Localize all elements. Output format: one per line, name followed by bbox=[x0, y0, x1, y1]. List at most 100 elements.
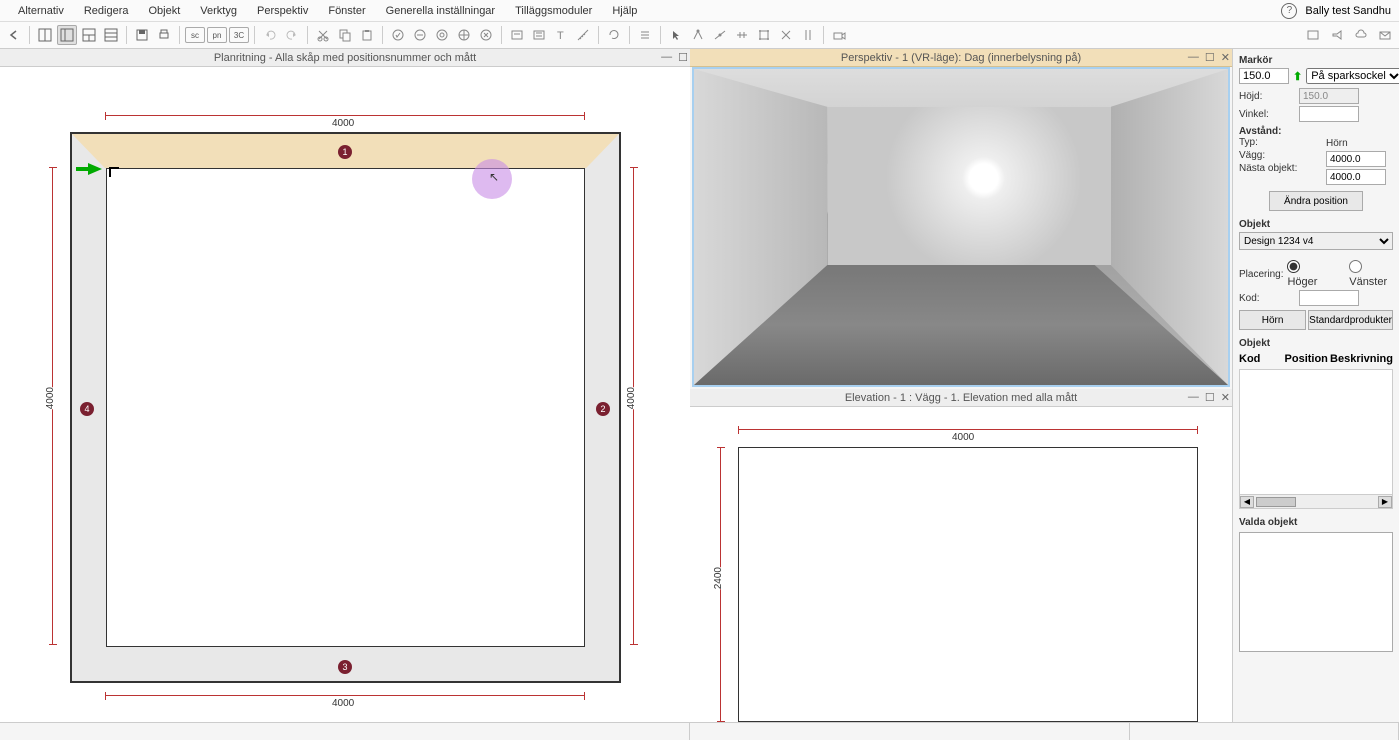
menu-hjalp[interactable]: Hjälp bbox=[602, 5, 647, 17]
properties-panel: Markör ⬆ På sparksockel Höjd: Vinkel: Av… bbox=[1232, 49, 1399, 722]
measure-icon[interactable] bbox=[573, 25, 593, 45]
snap-icon-2[interactable] bbox=[710, 25, 730, 45]
objekt-title: Objekt bbox=[1239, 217, 1393, 232]
dim-left: 4000 bbox=[43, 387, 58, 409]
dim-right: 4000 bbox=[624, 387, 639, 409]
vinkel-label: Vinkel: bbox=[1239, 109, 1295, 120]
nasta-input[interactable] bbox=[1326, 169, 1386, 185]
announce-icon[interactable] bbox=[1327, 25, 1347, 45]
perspective-canvas[interactable] bbox=[692, 67, 1230, 387]
elev-close-icon[interactable]: ✕ bbox=[1221, 391, 1230, 404]
elev-max-icon[interactable]: ☐ bbox=[1205, 391, 1215, 404]
redo-icon[interactable] bbox=[282, 25, 302, 45]
user-label: Bally test Sandhu bbox=[1305, 5, 1391, 17]
list-icon[interactable] bbox=[635, 25, 655, 45]
menu-perspektiv[interactable]: Perspektiv bbox=[247, 5, 318, 17]
window-icon[interactable] bbox=[1303, 25, 1323, 45]
andra-position-button[interactable]: Ändra position bbox=[1269, 191, 1363, 211]
circle-icon-3[interactable] bbox=[432, 25, 452, 45]
horn-button[interactable]: Hörn bbox=[1239, 310, 1306, 330]
objekt-list-header: Kod Position Beskrivning bbox=[1239, 351, 1393, 367]
pointer-icon[interactable] bbox=[666, 25, 686, 45]
persp-min-icon[interactable]: — bbox=[1188, 51, 1199, 64]
layout-icon-2[interactable] bbox=[57, 25, 77, 45]
plan-canvas[interactable]: 4000 4000 4000 4000 1 2 3 4 bbox=[0, 67, 690, 722]
snap-icon-4[interactable] bbox=[754, 25, 774, 45]
menu-redigera[interactable]: Redigera bbox=[74, 5, 139, 17]
wall-num-3: 3 bbox=[338, 660, 352, 674]
menu-fonster[interactable]: Fönster bbox=[318, 5, 375, 17]
persp-close-icon[interactable]: ✕ bbox=[1221, 51, 1230, 64]
copy-icon[interactable] bbox=[335, 25, 355, 45]
kod-input[interactable] bbox=[1299, 290, 1359, 306]
plan-min-icon[interactable]: — bbox=[661, 51, 672, 64]
plan-window-title: Planritning - Alla skåp med positionsnum… bbox=[0, 49, 690, 67]
radio-hoger[interactable]: Höger bbox=[1287, 260, 1331, 288]
markor-value-input[interactable] bbox=[1239, 68, 1289, 84]
elevation-canvas[interactable]: 4000 2400 bbox=[690, 407, 1232, 722]
vinkel-input[interactable] bbox=[1299, 106, 1359, 122]
scroll-right-icon[interactable]: ▶ bbox=[1378, 496, 1392, 508]
menubar: Alternativ Redigera Objekt Verktyg Persp… bbox=[0, 0, 1399, 22]
elev-dim-w: 4000 bbox=[950, 432, 976, 443]
layout-icon-1[interactable] bbox=[35, 25, 55, 45]
elev-window-title: Elevation - 1 : Vägg - 1. Elevation med … bbox=[690, 389, 1232, 407]
hojd-label: Höjd: bbox=[1239, 91, 1295, 102]
statusbar bbox=[0, 722, 1399, 740]
menu-generella[interactable]: Generella inställningar bbox=[376, 5, 505, 17]
circle-icon-1[interactable] bbox=[388, 25, 408, 45]
3c-button[interactable]: 3C bbox=[229, 27, 249, 43]
circle-icon-2[interactable] bbox=[410, 25, 430, 45]
snap-icon-3[interactable] bbox=[732, 25, 752, 45]
menu-verktyg[interactable]: Verktyg bbox=[190, 5, 247, 17]
persp-max-icon[interactable]: ☐ bbox=[1205, 51, 1215, 64]
paste-icon[interactable] bbox=[357, 25, 377, 45]
save-icon[interactable] bbox=[132, 25, 152, 45]
hojd-input[interactable] bbox=[1299, 88, 1359, 104]
kod-label: Kod: bbox=[1239, 293, 1295, 304]
vagg-input[interactable] bbox=[1326, 151, 1386, 167]
svg-text:T: T bbox=[557, 30, 564, 42]
print-icon[interactable] bbox=[154, 25, 174, 45]
wall-num-1: 1 bbox=[338, 145, 352, 159]
cut-icon[interactable] bbox=[313, 25, 333, 45]
pn-button[interactable]: pn bbox=[207, 27, 227, 43]
objekt-select[interactable]: Design 1234 v4 bbox=[1239, 232, 1393, 250]
origin-arrow-icon bbox=[88, 163, 102, 175]
plan-max-icon[interactable]: ☐ bbox=[678, 51, 688, 64]
avstand-label: Avstånd: bbox=[1239, 126, 1306, 137]
note-icon-1[interactable] bbox=[507, 25, 527, 45]
undo-icon[interactable] bbox=[260, 25, 280, 45]
circle-icon-5[interactable] bbox=[476, 25, 496, 45]
socket-select[interactable]: På sparksockel bbox=[1306, 68, 1399, 84]
elev-dim-h: 2400 bbox=[711, 567, 726, 589]
layout-icon-3[interactable] bbox=[79, 25, 99, 45]
menu-tillagg[interactable]: Tilläggsmoduler bbox=[505, 5, 602, 17]
snap-icon-6[interactable] bbox=[798, 25, 818, 45]
cloud-icon[interactable] bbox=[1351, 25, 1371, 45]
scroll-left-icon[interactable]: ◀ bbox=[1240, 496, 1254, 508]
back-button[interactable] bbox=[4, 25, 24, 45]
sc-button[interactable]: sc bbox=[185, 27, 205, 43]
menu-alternativ[interactable]: Alternativ bbox=[8, 5, 74, 17]
note-icon-2[interactable] bbox=[529, 25, 549, 45]
menu-objekt[interactable]: Objekt bbox=[139, 5, 191, 17]
persp-window-title: Perspektiv - 1 (VR-läge): Dag (innerbely… bbox=[690, 49, 1232, 67]
mail-icon[interactable] bbox=[1375, 25, 1395, 45]
camera-icon[interactable] bbox=[829, 25, 849, 45]
nasta-label: Nästa objekt: bbox=[1239, 163, 1299, 174]
refresh-icon[interactable] bbox=[604, 25, 624, 45]
elev-min-icon[interactable]: — bbox=[1188, 391, 1199, 404]
snap-icon-5[interactable] bbox=[776, 25, 796, 45]
valda-list[interactable] bbox=[1239, 532, 1393, 652]
standardprodukter-button[interactable]: Standardprodukter bbox=[1308, 310, 1393, 330]
horn-value-label: Hörn bbox=[1326, 138, 1393, 149]
scroll-thumb[interactable] bbox=[1256, 497, 1296, 507]
text-icon[interactable]: T bbox=[551, 25, 571, 45]
radio-vanster[interactable]: Vänster bbox=[1349, 260, 1393, 288]
layout-icon-4[interactable] bbox=[101, 25, 121, 45]
objekt-list[interactable]: ◀ ▶ bbox=[1239, 369, 1393, 509]
help-icon[interactable]: ? bbox=[1281, 3, 1297, 19]
snap-icon-1[interactable] bbox=[688, 25, 708, 45]
circle-icon-4[interactable] bbox=[454, 25, 474, 45]
